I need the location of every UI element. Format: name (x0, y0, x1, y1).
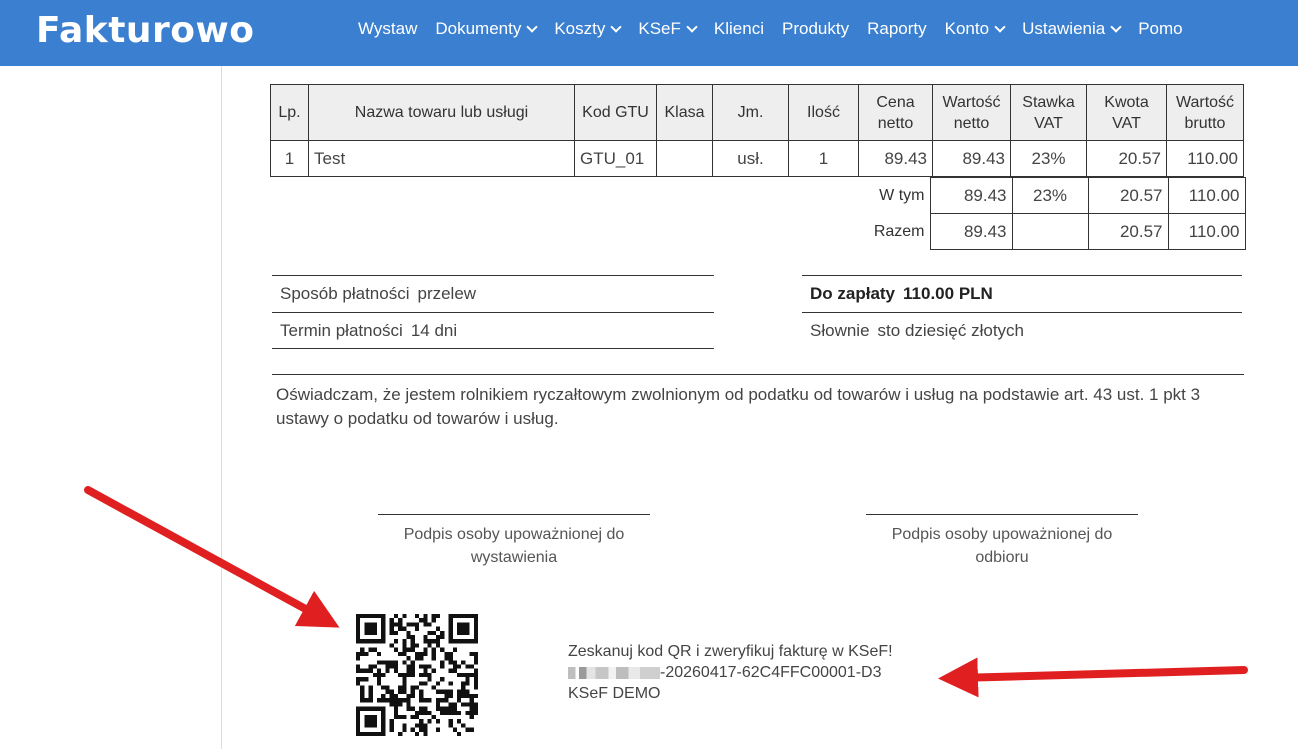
annotation-arrows (84, 486, 1248, 698)
arrow-to-ksef-number (938, 657, 1248, 698)
arrow-to-qr (84, 486, 340, 628)
